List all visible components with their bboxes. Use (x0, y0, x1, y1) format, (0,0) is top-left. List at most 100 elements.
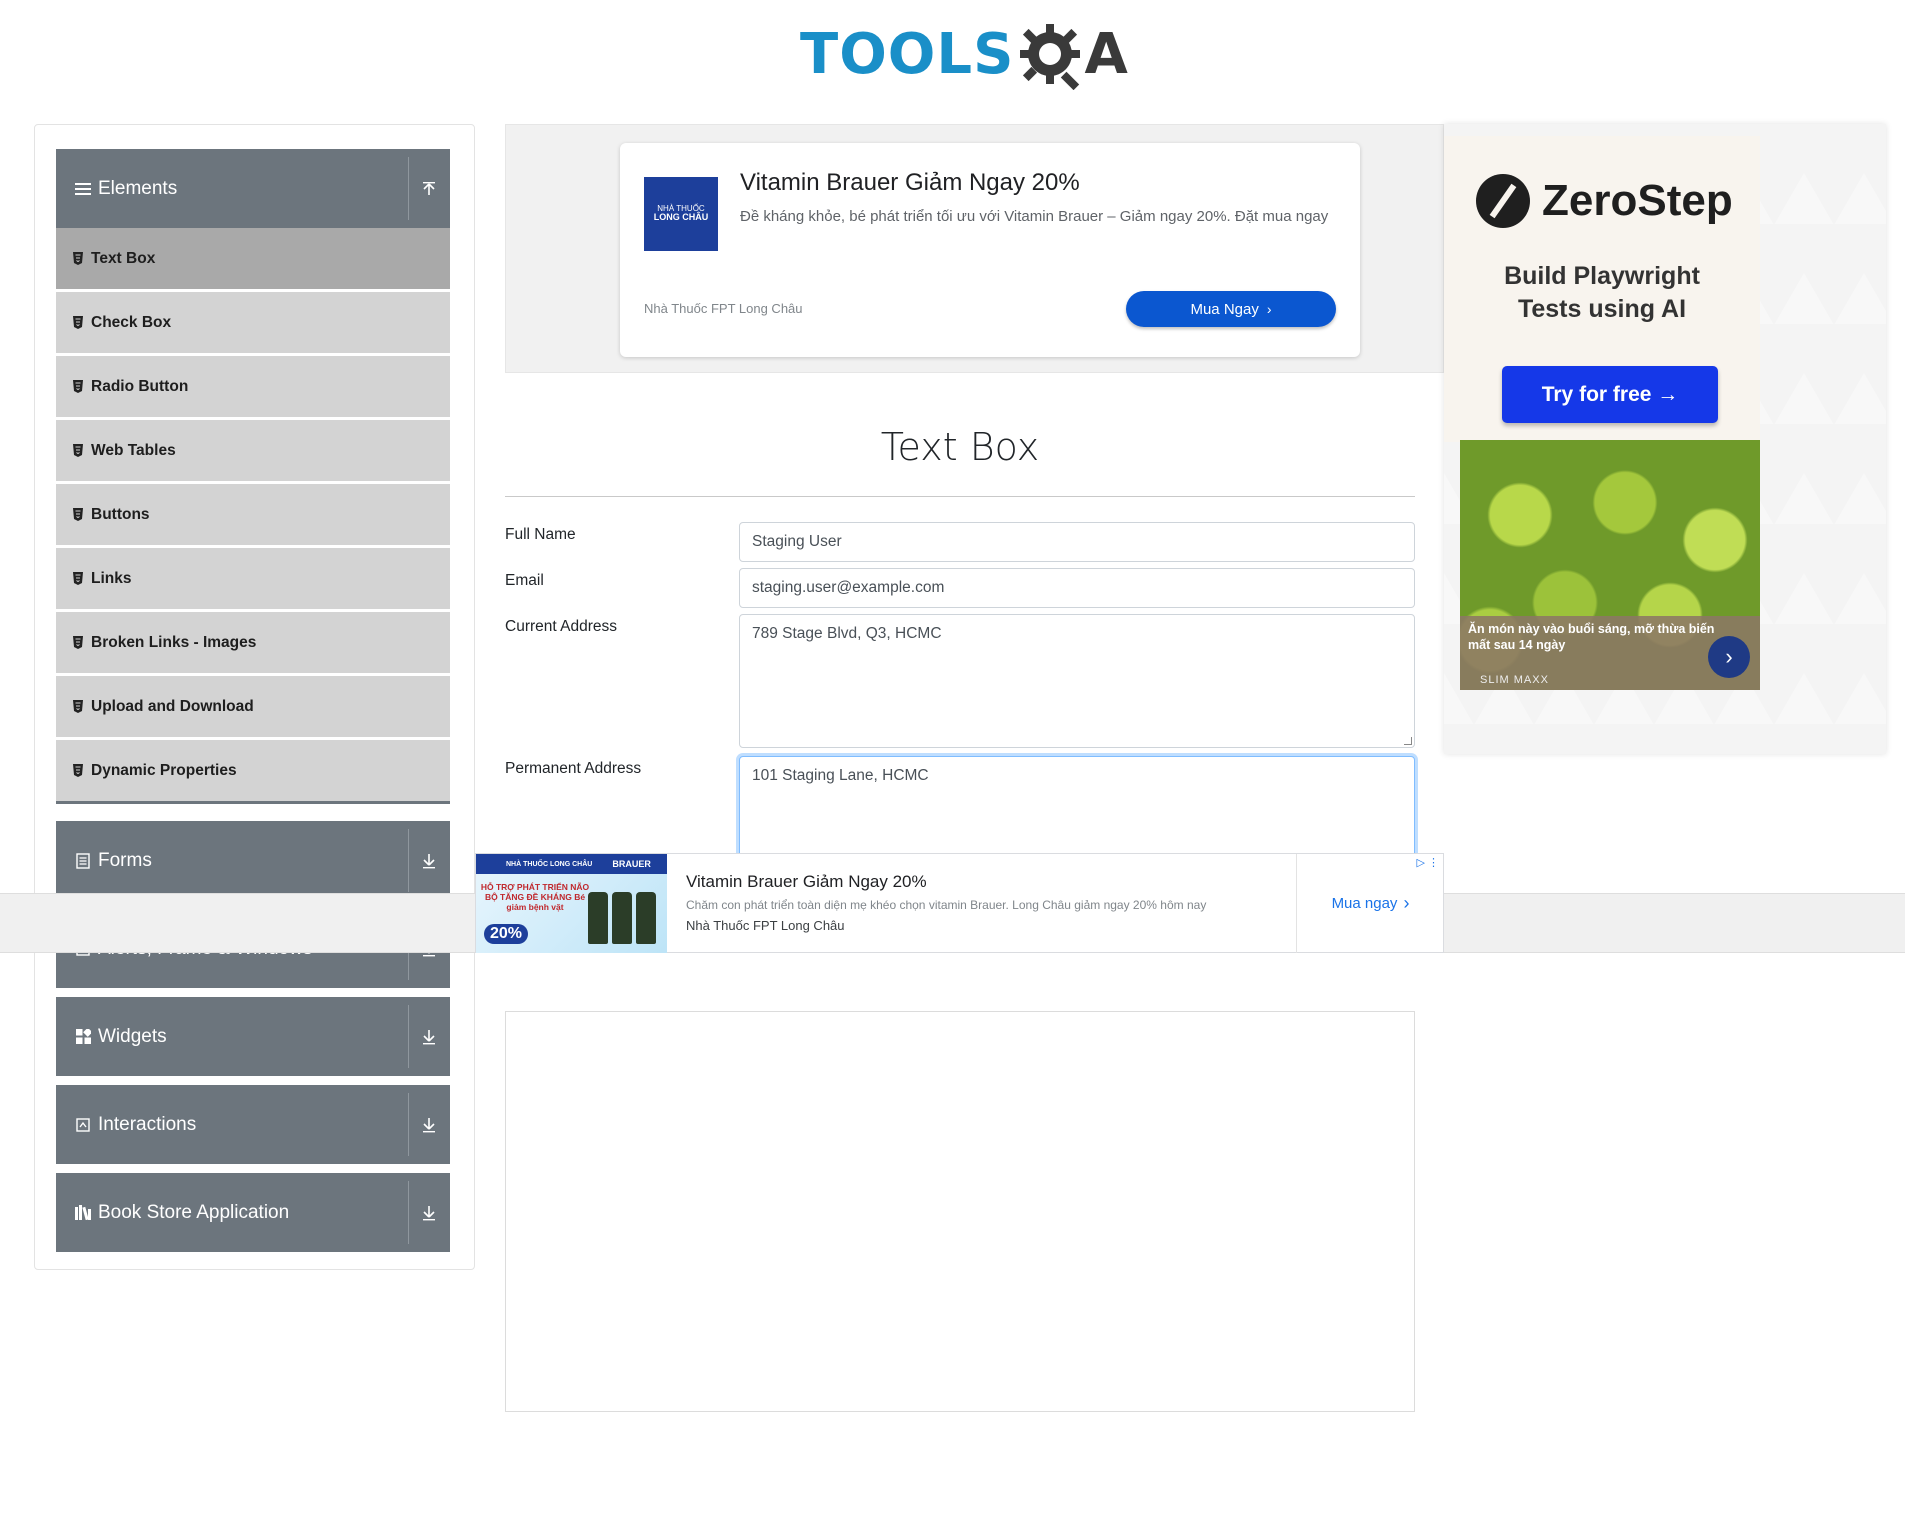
current-address-value: 789 Stage Blvd, Q3, HCMC (752, 625, 942, 642)
ad-image-header-left: NHÀ THUỐC LONG CHÂU (506, 860, 593, 868)
group-header-book-store[interactable]: Book Store Application (56, 1173, 450, 1252)
html5-icon (73, 700, 83, 713)
ad-image-header-right: BRAUER (612, 859, 651, 869)
ad-image-header: NHÀ THUỐC LONG CHÂU BRAUER (476, 854, 667, 874)
ad-source: Nhà Thuốc FPT Long Châu (644, 301, 803, 316)
gear-icon (1020, 24, 1081, 90)
group-elements: Elements Text Box Check Box Radio Button… (56, 149, 450, 804)
ad-cta-button[interactable]: Mua Ngay › (1126, 291, 1336, 327)
ad-image-text: HỖ TRỢ PHÁT TRIỂN NÃO BỘ TĂNG ĐỀ KHÁNG B… (480, 882, 590, 913)
top-ad-banner[interactable]: NHÀ THUỐC LONG CHÂU Vitamin Brauer Giảm … (505, 124, 1444, 373)
food-ad[interactable]: Ăn món này vào buổi sáng, mỡ thừa biến m… (1460, 440, 1760, 690)
books-icon (74, 1204, 92, 1222)
zerostep-ad[interactable]: ZeroStep Build Playwright Tests using AI… (1444, 136, 1760, 442)
try-for-free-button[interactable]: Try for free → (1502, 366, 1718, 423)
group-title: Elements (98, 177, 178, 199)
menu-item-radio-button[interactable]: Radio Button (56, 356, 450, 417)
menu-item-label: Links (91, 569, 132, 587)
food-caption-brand: SLIM MAXX (1480, 674, 1549, 686)
permanent-address-value: 101 Staging Lane, HCMC (752, 767, 929, 784)
brauer-ad-image: NHÀ THUỐC LONG CHÂU BRAUER HỖ TRỢ PHÁT T… (476, 854, 667, 953)
bottom-ad-banner[interactable]: NHÀ THUỐC LONG CHÂU BRAUER HỖ TRỢ PHÁT T… (475, 853, 1444, 953)
output-box (505, 1011, 1415, 1412)
menu-item-label: Broken Links - Images (91, 633, 257, 651)
bottom-ad-source: Nhà Thuốc FPT Long Châu (686, 918, 845, 933)
email-value: staging.user@example.com (752, 579, 945, 596)
bottom-ad-cta-label: Mua ngay (1331, 895, 1398, 912)
group-header-widgets[interactable]: Widgets (56, 997, 450, 1076)
group-book-store: Book Store Application (56, 1173, 450, 1252)
permanent-address-textarea[interactable]: 101 Staging Lane, HCMC (739, 756, 1415, 866)
html5-icon (73, 444, 83, 457)
divider (408, 1005, 409, 1068)
logo-text: TOOLS (800, 22, 1015, 87)
resize-handle-icon[interactable] (1404, 737, 1412, 745)
left-panel: Elements Text Box Check Box Radio Button… (34, 124, 475, 1270)
divider (408, 829, 409, 892)
menu-item-web-tables[interactable]: Web Tables (56, 420, 450, 481)
expand-arrow-icon[interactable] (418, 997, 440, 1076)
elements-menu-list: Text Box Check Box Radio Button Web Tabl… (56, 228, 450, 801)
html5-icon (73, 316, 83, 329)
chevron-right-icon: › (1266, 301, 1272, 317)
group-header-interactions[interactable]: Interactions (56, 1085, 450, 1164)
divider (408, 157, 409, 220)
adchoices-icon[interactable]: ▷ ⋮ (1416, 856, 1439, 869)
html5-icon (73, 380, 83, 393)
full-name-label: Full Name (505, 526, 576, 543)
menu-item-check-box[interactable]: Check Box (56, 292, 450, 353)
divider (505, 496, 1415, 497)
current-address-label: Current Address (505, 618, 617, 635)
html5-icon (73, 252, 83, 265)
group-header-elements[interactable]: Elements (56, 149, 450, 228)
group-forms: Forms (56, 821, 450, 900)
html5-icon (73, 636, 83, 649)
ad-card[interactable]: NHÀ THUỐC LONG CHÂU Vitamin Brauer Giảm … (620, 143, 1360, 357)
email-input[interactable]: staging.user@example.com (739, 568, 1415, 608)
expand-arrow-icon[interactable] (418, 1085, 440, 1164)
group-interactions: Interactions (56, 1085, 450, 1164)
zerostep-subtitle: Build Playwright Tests using AI (1444, 260, 1760, 325)
menu-item-label: Upload and Download (91, 697, 254, 715)
full-name-input[interactable]: Staging User (739, 522, 1415, 562)
ad-title[interactable]: Vitamin Brauer Giảm Ngay 20% (740, 169, 1080, 197)
group-widgets: Widgets (56, 997, 450, 1076)
form-icon (74, 852, 92, 870)
email-label: Email (505, 572, 544, 589)
subtitle-line: Tests using AI (1517, 294, 1687, 323)
menu-item-label: Buttons (91, 505, 150, 523)
collapse-arrow-icon[interactable] (418, 149, 440, 228)
menu-item-text-box[interactable]: Text Box (56, 228, 450, 289)
group-title: Forms (98, 849, 152, 871)
group-title: Widgets (98, 1025, 167, 1047)
group-title: Book Store Application (98, 1201, 290, 1223)
menu-item-links[interactable]: Links (56, 548, 450, 609)
ad-image-badge: 20% (484, 924, 529, 944)
ad-cta-label: Mua Ngay (1190, 300, 1259, 318)
divider (408, 1181, 409, 1244)
expand-arrow-icon[interactable] (418, 821, 440, 900)
toolsqa-logo[interactable]: TOOLS A (800, 14, 1130, 96)
menu-item-dynamic-properties[interactable]: Dynamic Properties (56, 740, 450, 801)
zerostep-brand: ZeroStep (1542, 176, 1733, 225)
menu-item-upload-and-download[interactable]: Upload and Download (56, 676, 450, 737)
html5-icon (73, 572, 83, 585)
menu-item-buttons[interactable]: Buttons (56, 484, 450, 545)
menu-item-label: Check Box (91, 313, 172, 331)
long-chau-logo: NHÀ THUỐC LONG CHÂU (644, 177, 718, 251)
bottom-ad-title[interactable]: Vitamin Brauer Giảm Ngay 20% (686, 872, 927, 892)
html5-icon (73, 508, 83, 521)
menu-item-label: Radio Button (91, 377, 189, 395)
expand-arrow-icon[interactable] (418, 1173, 440, 1252)
hamburger-icon (74, 180, 92, 198)
current-address-textarea[interactable]: 789 Stage Blvd, Q3, HCMC (739, 614, 1415, 748)
full-name-value: Staging User (752, 533, 842, 550)
group-title: Interactions (98, 1113, 197, 1135)
group-header-forms[interactable]: Forms (56, 821, 450, 900)
right-ad-banner[interactable]: ZeroStep Build Playwright Tests using AI… (1444, 124, 1886, 754)
menu-item-broken-links-images[interactable]: Broken Links - Images (56, 612, 450, 673)
logo-line: LONG CHÂU (653, 212, 709, 223)
chevron-right-icon[interactable]: › (1708, 636, 1750, 678)
subtitle-line: Build Playwright (1504, 262, 1700, 290)
interactions-icon (74, 1116, 92, 1134)
